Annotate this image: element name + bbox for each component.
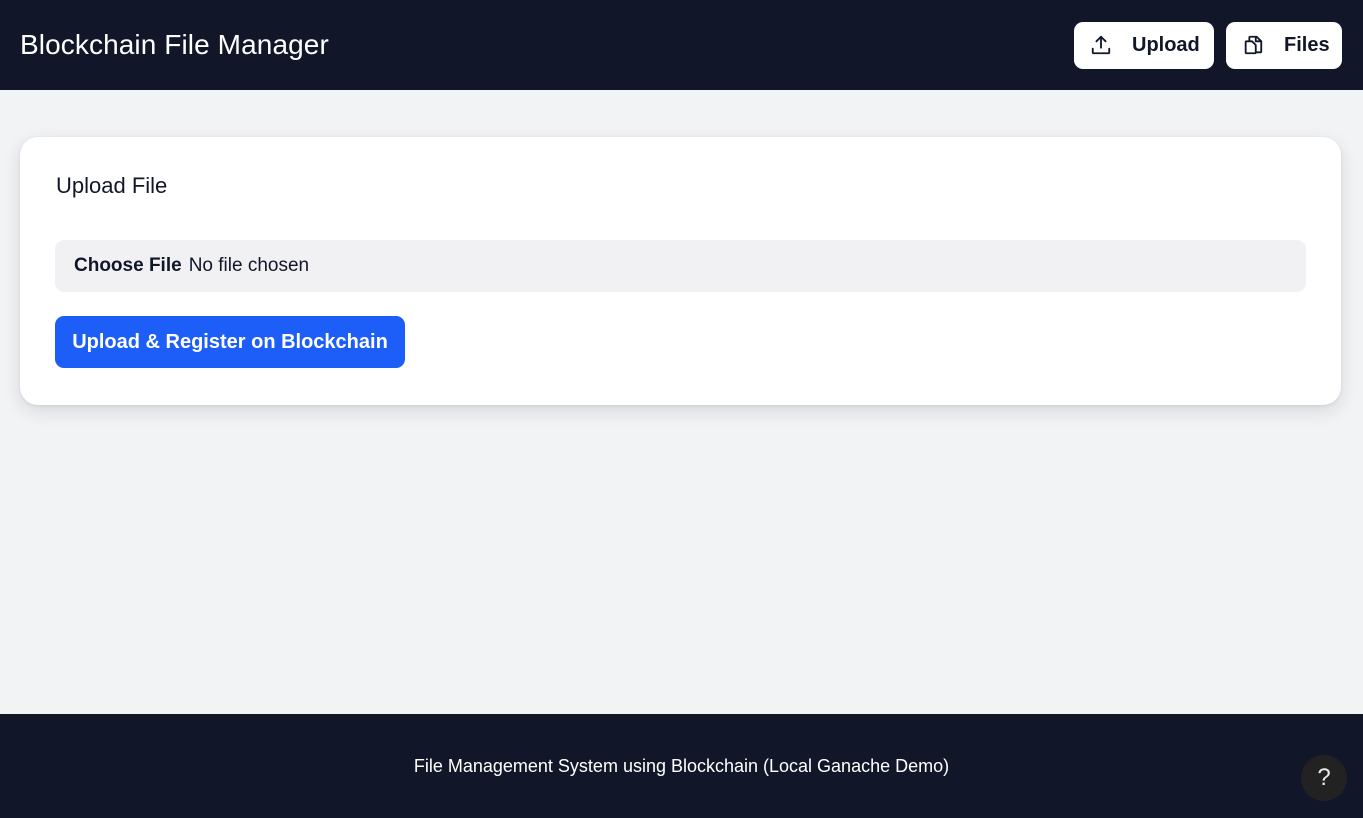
nav-files-label: Files — [1284, 33, 1330, 56]
help-button[interactable]: ? — [1301, 755, 1347, 801]
files-icon — [1242, 34, 1264, 56]
upload-card: Upload File Choose File No file chosen U… — [20, 137, 1341, 405]
nav-files-button[interactable]: Files — [1226, 21, 1342, 69]
nav-upload-button[interactable]: Upload — [1074, 21, 1214, 69]
nav-upload-label: Upload — [1132, 33, 1200, 56]
file-input[interactable]: Choose File No file chosen — [55, 240, 1306, 292]
app-header: Blockchain File Manager Upload Files — [0, 0, 1363, 90]
main-nav: Upload Files — [1074, 21, 1342, 69]
app-footer: File Management System using Blockchain … — [0, 714, 1363, 818]
app-title: Blockchain File Manager — [20, 29, 329, 60]
upload-register-button[interactable]: Upload & Register on Blockchain — [55, 316, 405, 368]
choose-file-button[interactable]: Choose File — [74, 255, 182, 277]
file-status: No file chosen — [188, 255, 310, 276]
card-title: Upload File — [56, 173, 168, 198]
upload-icon — [1090, 34, 1112, 56]
footer-text: File Management System using Blockchain … — [413, 755, 950, 776]
